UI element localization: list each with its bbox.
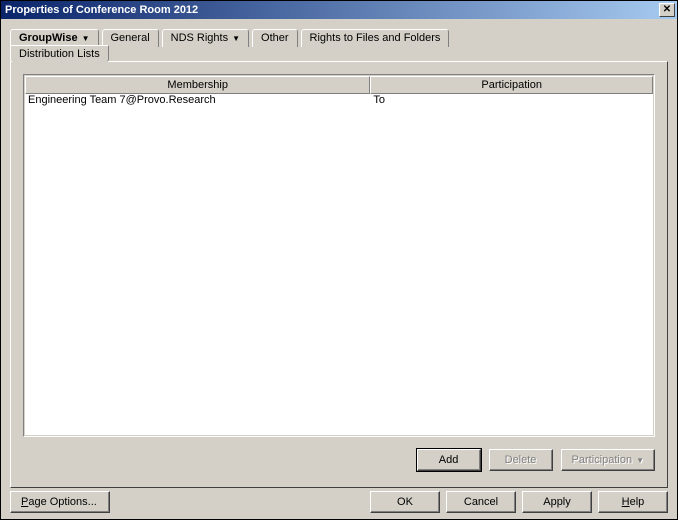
- cell-participation: To: [370, 94, 653, 109]
- primary-tabs: GroupWise ▼ General NDS Rights ▼ Other R…: [10, 28, 668, 46]
- delete-button: Delete: [489, 449, 553, 471]
- column-header-participation[interactable]: Participation: [370, 76, 653, 94]
- cancel-button[interactable]: Cancel: [446, 491, 516, 513]
- content-panel: Membership Participation Engineering Tea…: [10, 61, 668, 488]
- button-label: Add: [439, 454, 459, 466]
- dialog-buttons: OK Cancel Apply Help: [370, 491, 668, 513]
- ok-button[interactable]: OK: [370, 491, 440, 513]
- tab-label: General: [111, 32, 150, 44]
- action-button-row: Add Delete Participation ▼: [23, 449, 655, 471]
- add-button[interactable]: Add: [417, 449, 481, 471]
- chevron-down-icon: ▼: [232, 34, 240, 43]
- close-icon: ✕: [663, 5, 671, 15]
- client-area: GroupWise ▼ General NDS Rights ▼ Other R…: [1, 19, 677, 519]
- window-title: Properties of Conference Room 2012: [5, 4, 198, 16]
- tab-label: Other: [261, 32, 289, 44]
- cell-membership: Engineering Team 7@Provo.Research: [25, 94, 370, 109]
- column-header-membership[interactable]: Membership: [25, 76, 370, 94]
- grid-header: Membership Participation: [25, 76, 653, 94]
- page-options-button[interactable]: Page Options...: [10, 491, 110, 513]
- help-button[interactable]: Help: [598, 491, 668, 513]
- close-button[interactable]: ✕: [659, 3, 675, 17]
- button-label: Delete: [505, 454, 537, 466]
- button-label: Page Options...: [21, 496, 97, 508]
- tab-general[interactable]: General: [102, 29, 159, 47]
- tab-rights-files-folders[interactable]: Rights to Files and Folders: [301, 29, 450, 47]
- button-label: Apply: [543, 496, 571, 508]
- grid-body[interactable]: Engineering Team 7@Provo.Research To: [25, 94, 653, 435]
- participation-button: Participation ▼: [561, 449, 655, 471]
- subtab-label: Distribution Lists: [19, 48, 100, 60]
- tab-nds-rights[interactable]: NDS Rights ▼: [162, 29, 249, 47]
- button-label: OK: [397, 496, 413, 508]
- bottom-bar: Page Options... OK Cancel Apply Help: [10, 491, 668, 513]
- properties-dialog: Properties of Conference Room 2012 ✕ Gro…: [0, 0, 678, 520]
- chevron-down-icon: ▼: [636, 456, 644, 465]
- table-row[interactable]: Engineering Team 7@Provo.Research To: [25, 94, 653, 109]
- button-label: Participation: [572, 454, 633, 466]
- titlebar: Properties of Conference Room 2012 ✕: [1, 1, 677, 19]
- tab-label: Rights to Files and Folders: [310, 32, 441, 44]
- secondary-tabs: Distribution Lists: [10, 45, 668, 62]
- button-label: Help: [622, 496, 645, 508]
- button-label: Cancel: [464, 496, 498, 508]
- tab-other[interactable]: Other: [252, 29, 298, 47]
- apply-button[interactable]: Apply: [522, 491, 592, 513]
- tab-label: GroupWise: [19, 32, 78, 44]
- chevron-down-icon: ▼: [82, 34, 90, 43]
- grid-container: Membership Participation Engineering Tea…: [23, 74, 655, 437]
- subtab-distribution-lists[interactable]: Distribution Lists: [10, 45, 109, 62]
- tab-label: NDS Rights: [171, 32, 228, 44]
